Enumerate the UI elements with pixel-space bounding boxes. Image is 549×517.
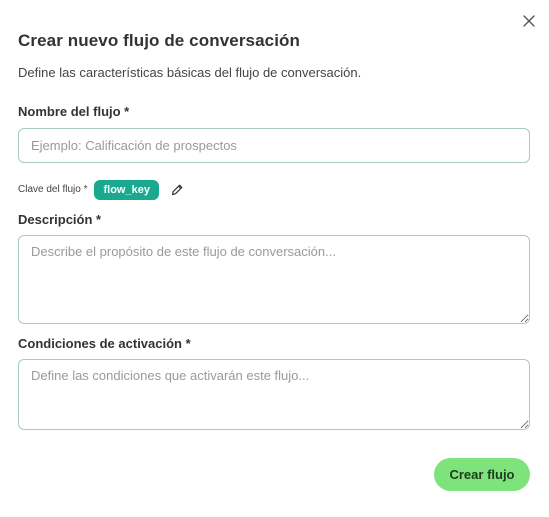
conditions-label: Condiciones de activación * <box>18 336 191 351</box>
flow-key-row: Clave del flujo * flow_key <box>18 179 184 200</box>
conditions-textarea[interactable] <box>18 359 530 430</box>
pencil-icon <box>171 184 183 195</box>
edit-key-button[interactable] <box>170 183 184 197</box>
flow-name-label: Nombre del flujo * <box>18 104 130 119</box>
flow-key-chip[interactable]: flow_key <box>94 179 159 200</box>
flow-name-input[interactable] <box>18 128 530 163</box>
dialog-subtitle: Define las características básicas del f… <box>18 65 362 80</box>
description-textarea[interactable] <box>18 235 530 324</box>
close-button[interactable] <box>519 11 539 31</box>
create-flow-dialog: Crear nuevo flujo de conversación Define… <box>0 0 549 517</box>
flow-key-label: Clave del flujo * <box>18 184 88 195</box>
close-icon <box>523 15 535 27</box>
description-label: Descripción * <box>18 212 102 227</box>
dialog-title: Crear nuevo flujo de conversación <box>18 31 300 50</box>
create-flow-button[interactable]: Crear flujo <box>434 458 530 491</box>
